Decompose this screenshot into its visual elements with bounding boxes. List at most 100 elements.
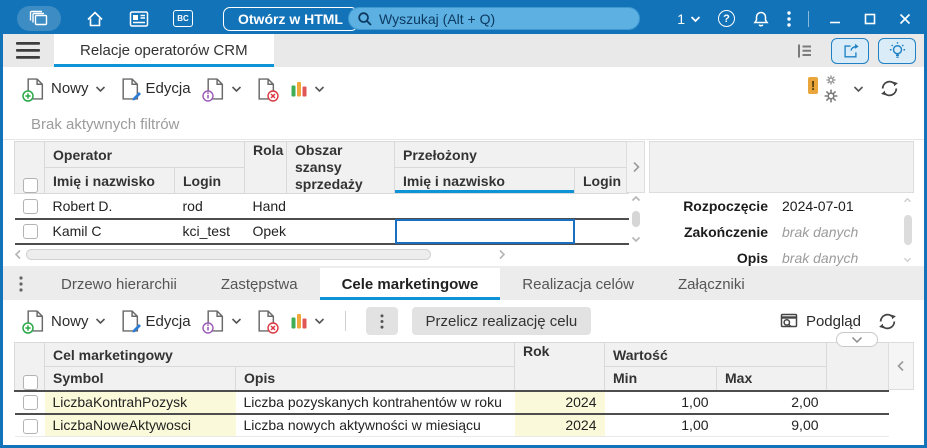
column-obszar-szansy[interactable]: Obszar szansy sprzedaży (286, 141, 395, 194)
operators-horizontal-scrollbar[interactable] (14, 248, 506, 261)
cell-sup-login[interactable] (574, 193, 629, 219)
share-button[interactable] (831, 37, 869, 64)
edit-button[interactable]: Edycja (120, 77, 191, 100)
collapse-columns-chevron[interactable] (888, 342, 914, 390)
notifications-bell-icon[interactable] (752, 10, 770, 28)
column-rok[interactable]: Rok (514, 342, 606, 391)
cell-name[interactable]: Robert D. (44, 193, 175, 219)
app-window: BC Otwórz w HTML 1 ? (0, 0, 927, 448)
new-button[interactable]: Nowy (22, 77, 106, 102)
refresh-icon[interactable] (877, 311, 898, 332)
cell-opis[interactable]: Liczba pozyskanych kontrahentów w roku (235, 389, 515, 415)
preview-button[interactable]: Podgląd (780, 313, 861, 330)
cell-symbol[interactable]: LiczbaKontrahPozysk (44, 389, 236, 415)
cell-rok[interactable]: 2024 (514, 389, 605, 415)
app-layers-icon[interactable] (17, 6, 61, 31)
cell-max[interactable]: 2,00 (716, 389, 827, 415)
recalc-goal-button[interactable]: Przelicz realizację celu (411, 307, 592, 335)
cell-symbol[interactable]: LiczbaNoweAktywosci (44, 413, 236, 437)
new-button[interactable]: Nowy (22, 310, 106, 334)
home-icon[interactable] (85, 9, 105, 29)
operators-vertical-scrollbar[interactable] (626, 193, 645, 245)
refresh-icon[interactable] (879, 78, 900, 99)
cell-name[interactable]: Kamil C (44, 217, 175, 245)
scrollbar-thumb[interactable] (903, 215, 912, 245)
tab-zastepstwa[interactable]: Zastępstwa (199, 268, 320, 300)
delete-document-button[interactable] (256, 77, 279, 102)
chevron-down-icon[interactable] (853, 85, 864, 93)
column-przelozony[interactable]: Przełożony (394, 141, 629, 168)
cell-rola[interactable]: Hand (244, 193, 287, 219)
field-value[interactable]: 2024-07-01 (782, 198, 914, 214)
row-checkbox[interactable] (22, 418, 38, 434)
minimize-button[interactable] (826, 10, 844, 28)
field-value[interactable]: brak danych (782, 250, 914, 266)
close-button[interactable] (896, 10, 914, 28)
column-imie-nazwisko[interactable]: Imię i nazwisko (44, 167, 175, 194)
tab-realizacja-celow[interactable]: Realizacja celów (500, 268, 656, 300)
cell-obszar[interactable] (286, 193, 395, 219)
chart-button[interactable] (290, 80, 325, 98)
cell-min[interactable]: 1,00 (604, 389, 717, 415)
column-min[interactable]: Min (604, 366, 718, 391)
column-login[interactable]: Login (174, 167, 245, 194)
column-cel-marketingowy[interactable]: Cel marketingowy (43, 342, 516, 367)
cell-obszar[interactable] (286, 217, 395, 245)
select-all-checkbox[interactable] (23, 374, 38, 390)
tab-cele-marketingowe[interactable]: Cele marketingowe (319, 268, 501, 300)
chevron-down-icon (231, 317, 242, 325)
cell-min[interactable]: 1,00 (604, 413, 717, 437)
more-actions-button[interactable] (365, 307, 398, 335)
cell-login[interactable]: kci_test (174, 217, 245, 245)
column-wartosc[interactable]: Wartość (604, 342, 828, 367)
cell-opis[interactable]: Liczba nowych aktywności w miesiącu (235, 413, 515, 437)
more-options-icon[interactable] (787, 10, 791, 27)
help-icon[interactable]: ? (718, 10, 735, 27)
search-input[interactable] (348, 7, 640, 30)
delete-document-button[interactable] (256, 310, 279, 334)
tab-options-dots-icon[interactable] (19, 276, 23, 292)
scrollbar-thumb[interactable] (26, 249, 431, 260)
column-przelozony-login[interactable]: Login (574, 167, 629, 194)
edit-button[interactable]: Edycja (120, 310, 191, 333)
search-icon (357, 11, 373, 27)
warnings-gear-icon[interactable]: ! (808, 74, 838, 103)
column-max[interactable]: Max (716, 366, 828, 391)
column-operator[interactable]: Operator (44, 141, 245, 168)
cell-login[interactable]: rod (174, 193, 245, 219)
select-all-checkbox[interactable] (23, 178, 38, 193)
info-document-button[interactable] (201, 310, 242, 334)
row-checkbox[interactable] (22, 395, 38, 411)
tab-drzewo-hierarchii[interactable]: Drzewo hierarchii (39, 268, 199, 300)
field-value[interactable]: brak danych (782, 224, 914, 240)
column-opis[interactable]: Opis (234, 366, 516, 391)
details-panel-scrollbar[interactable] (901, 197, 914, 263)
page-structure-icon[interactable] (796, 42, 814, 60)
column-przelozony-imie-nazwisko[interactable]: Imię i nazwisko (394, 167, 575, 194)
profile-count-dropdown[interactable]: 1 (677, 11, 701, 27)
cell-max[interactable]: 9,00 (716, 413, 827, 437)
expand-columns-chevron[interactable] (626, 141, 645, 193)
tab-relacje-operatorow-crm[interactable]: Relacje operatorów CRM (54, 34, 274, 67)
column-rola[interactable]: Rola (244, 141, 287, 194)
scrollbar-thumb[interactable] (631, 211, 640, 227)
open-in-html-button[interactable]: Otwórz w HTML (223, 6, 358, 31)
scroll-up-icon (631, 195, 640, 202)
tip-of-day-button[interactable] (878, 37, 916, 64)
bc-icon[interactable]: BC (173, 10, 193, 27)
row-checkbox[interactable] (22, 224, 38, 240)
collapse-panel-pill[interactable] (836, 332, 878, 347)
menu-hamburger-icon[interactable] (16, 42, 40, 59)
maximize-button[interactable] (861, 10, 879, 28)
tab-zalaczniki[interactable]: Załączniki (656, 268, 767, 300)
cell-sup-name[interactable] (394, 193, 575, 219)
cell-rok[interactable]: 2024 (514, 413, 605, 437)
news-icon[interactable] (129, 10, 149, 28)
info-document-button[interactable] (201, 77, 242, 102)
cell-sup-name-focused[interactable] (394, 217, 575, 245)
cell-rola[interactable]: Opek (244, 217, 287, 245)
row-checkbox[interactable] (22, 199, 38, 215)
column-symbol[interactable]: Symbol (44, 366, 236, 391)
chart-button[interactable] (290, 312, 325, 330)
cell-sup-login[interactable] (574, 217, 629, 245)
